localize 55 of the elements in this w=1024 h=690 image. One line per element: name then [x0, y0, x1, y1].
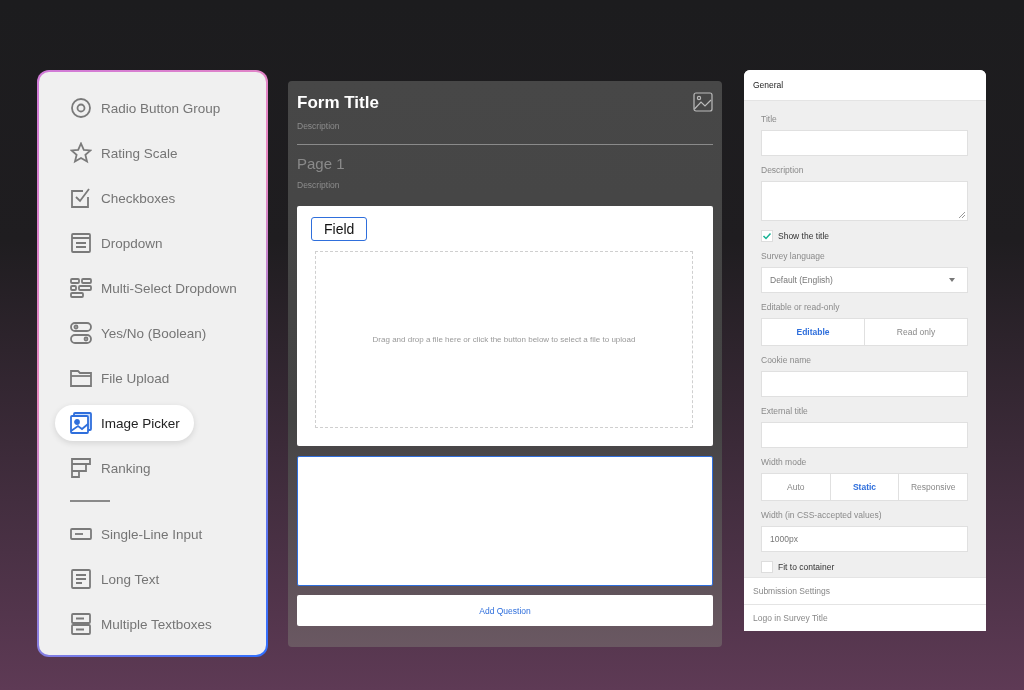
field-label: Editable or read-only: [761, 302, 841, 312]
form-description[interactable]: Description: [297, 121, 713, 131]
longtext-icon: [70, 568, 92, 590]
toolbox-item[interactable]: Multiple Textboxes: [55, 609, 226, 639]
checkbox[interactable]: [761, 230, 773, 242]
toolbox-item[interactable]: Yes/No (Boolean): [55, 318, 221, 348]
question-title-field[interactable]: Field: [311, 217, 368, 241]
file-dropzone[interactable]: Drag and drop a file here or click the button below to select a file to upload: [315, 251, 693, 428]
radio-icon: [70, 97, 92, 119]
image-icon[interactable]: [693, 92, 713, 112]
caret-icon: [949, 278, 955, 282]
toolbox-item[interactable]: Multi-Select Dropdown: [55, 273, 251, 303]
image-icon: [70, 412, 92, 434]
add-question-button[interactable]: Add Question: [297, 595, 713, 626]
check-icon: [70, 187, 92, 209]
toolbox-item[interactable]: File Upload: [55, 363, 184, 393]
toolbox-item[interactable]: Image Picker: [55, 405, 194, 441]
toolbox-item[interactable]: Radio Button Group: [55, 93, 235, 123]
folder-icon: [70, 367, 92, 389]
field-label: Survey language: [761, 251, 826, 261]
multitext-icon: [70, 613, 92, 635]
field-label: Title: [761, 114, 778, 124]
field-label: Width mode: [761, 457, 808, 467]
section-header[interactable]: Submission Settings: [744, 577, 986, 604]
field-label: Cookie name: [761, 355, 813, 365]
toolbox-item[interactable]: Single-Line Input: [55, 519, 217, 549]
checkbox[interactable]: [761, 561, 773, 573]
toolbox-item[interactable]: Long Text: [55, 564, 174, 594]
section-header[interactable]: General: [744, 70, 986, 101]
page-description[interactable]: Description: [297, 180, 713, 190]
field-label: Description: [761, 165, 805, 175]
toolbox-item[interactable]: Checkboxes: [55, 183, 190, 213]
star-icon: [70, 142, 92, 164]
section-header[interactable]: Logo in Survey Title: [744, 604, 986, 631]
textarea-field[interactable]: [761, 181, 968, 221]
text-field[interactable]: [761, 422, 968, 448]
text-field[interactable]: 1000px: [761, 526, 968, 552]
ranking-icon: [70, 457, 92, 479]
checkbox-label: Show the title: [778, 231, 830, 241]
empty-question-card[interactable]: [297, 456, 713, 586]
toggle-icon: [70, 322, 92, 344]
form-title[interactable]: Form Title: [297, 91, 379, 113]
field-label: Width (in CSS-accepted values): [761, 510, 883, 520]
resize-grip-icon[interactable]: [958, 211, 965, 218]
select-field[interactable]: Default (English): [761, 267, 968, 293]
page-title[interactable]: Page 1: [297, 155, 713, 172]
field-label: External title: [761, 406, 809, 416]
dropzone-hint: Drag and drop a file here or click the button below to select a file to upload: [372, 335, 636, 344]
text-field[interactable]: [761, 371, 968, 397]
dropdown-icon: [70, 232, 92, 254]
text-field[interactable]: [761, 130, 968, 156]
toolbox-item[interactable]: Ranking: [55, 453, 165, 483]
toolbox-item[interactable]: Dropdown: [55, 228, 177, 258]
checkbox-label: Fit to container: [778, 562, 835, 572]
toolbox-item[interactable]: Rating Scale: [55, 138, 192, 168]
